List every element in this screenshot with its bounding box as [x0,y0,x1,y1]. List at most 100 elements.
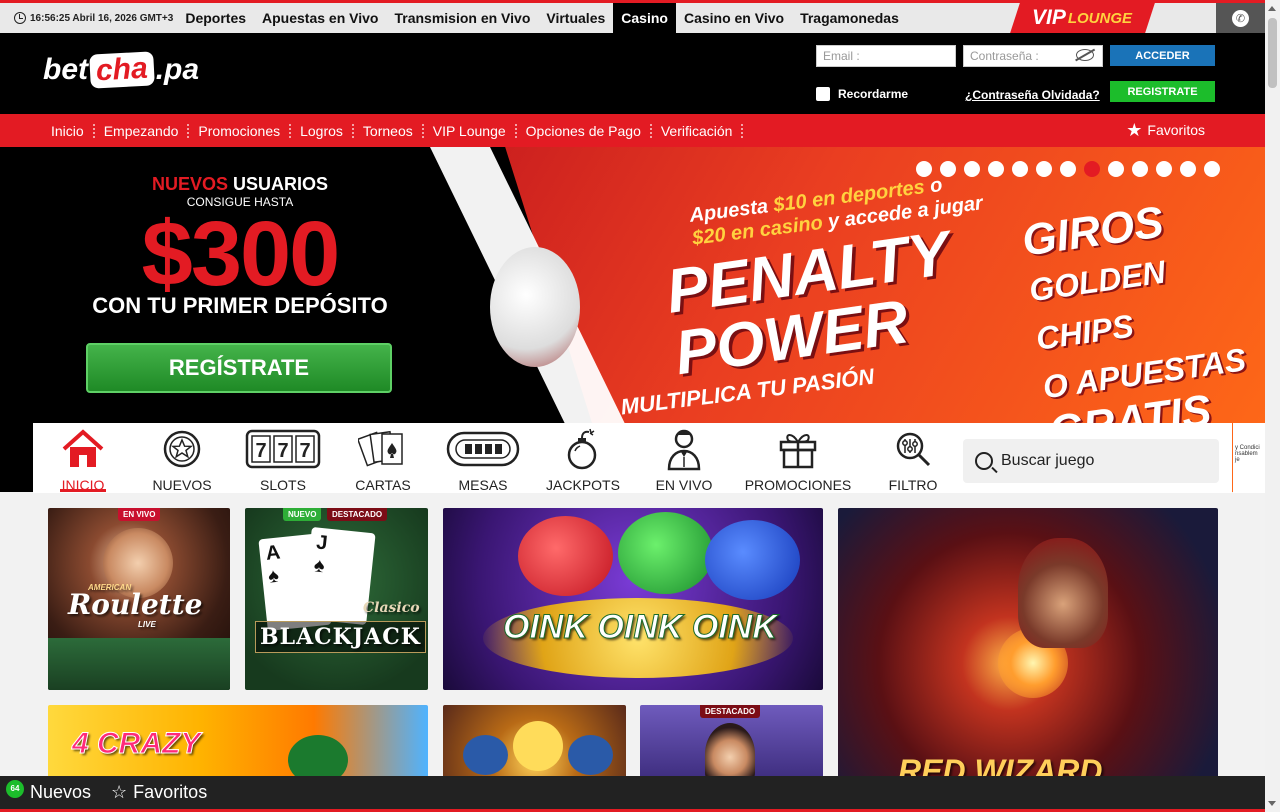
nav-torneos[interactable]: Torneos [354,123,424,138]
featured-badge: DESTACADO [700,705,761,718]
topnav-tragamonedas[interactable]: Tragamonedas [792,3,907,33]
topnav-casino[interactable]: Casino [613,3,676,33]
category-inicio[interactable]: INICIO [38,423,128,493]
category-filtro[interactable]: FILTRO [868,423,958,493]
lounge-label: LOUNGE [1068,9,1133,27]
search-placeholder: Buscar juego [1001,452,1095,469]
topnav-virtuales[interactable]: Virtuales [538,3,613,33]
offer-deposit: CON TU PRIMER DEPÓSITO [92,293,388,318]
show-password-icon[interactable] [1076,49,1094,61]
new-badge: NUEVO [283,508,322,521]
scroll-down-arrow-icon[interactable] [1268,801,1276,806]
nav-vip-lounge[interactable]: VIP Lounge [424,123,517,138]
remember-me[interactable]: Recordarme [816,87,908,101]
scrollbar[interactable] [1265,0,1280,812]
carousel-dot[interactable] [1180,161,1196,177]
phone-button[interactable]: ✆ [1216,3,1265,33]
nav-promociones[interactable]: Promociones [189,123,292,138]
new-games-button[interactable]: 64 Nuevos [6,779,91,803]
carousel-dot[interactable] [988,161,1004,177]
forgot-password-link[interactable]: ¿Contraseña Olvidada? [965,88,1100,102]
cards-icon [338,427,428,471]
logo-text-cha: cha [89,51,155,89]
home-icon [38,427,128,471]
category-bar: INICIO NUEVOS 777 SLOTS CARTAS MESAS JAC… [33,423,1232,493]
vip-label: VIP [1032,6,1067,29]
topnav-transmision-en-vivo[interactable]: Transmision en Vivo [386,3,538,33]
carousel-dot[interactable] [1156,161,1172,177]
carousel-dot[interactable] [916,161,932,177]
gift-icon [753,427,843,471]
offer-amount: $300 [141,203,341,305]
coin-image [513,721,563,771]
carousel-dot[interactable] [1036,161,1052,177]
search-input[interactable]: Buscar juego [963,439,1219,483]
character-image [705,723,755,776]
soccer-ball-image [490,247,580,367]
side-panel-peek[interactable]: y Condici nsablem je [1233,423,1265,493]
star-badge-icon [137,427,227,471]
category-cartas[interactable]: CARTAS [338,423,428,493]
nav-verificacion[interactable]: Verificación [652,123,744,138]
favorites-link[interactable]: ★ Favoritos [1126,120,1205,140]
vip-lounge-button[interactable]: VIP LOUNGE [1010,3,1155,33]
wizard-image [1018,538,1108,648]
pot-image [463,735,508,775]
carousel-dot[interactable] [1108,161,1124,177]
register-button[interactable]: REGISTRATE [1110,81,1215,102]
scroll-up-arrow-icon[interactable] [1268,6,1276,11]
nav-inicio[interactable]: Inicio [42,123,95,138]
category-jackpots[interactable]: JACKPOTS [538,423,628,493]
topnav-deportes[interactable]: Deportes [177,3,254,33]
star-icon: ★ [1126,120,1143,140]
carousel-dot[interactable] [1132,161,1148,177]
game-tile-4-crazy[interactable]: 4 CRAZY [48,705,428,776]
scrollbar-thumb[interactable] [1268,18,1277,88]
carousel-dot[interactable] [1084,161,1100,177]
remember-checkbox[interactable] [816,87,830,101]
pot-image [568,735,613,775]
remember-label: Recordarme [838,87,909,101]
svg-text:7: 7 [277,440,288,462]
carousel-dot[interactable] [940,161,956,177]
favorites-button[interactable]: ☆ Favoritos [111,782,207,803]
game-tile-lady[interactable]: DESTACADO [640,705,823,776]
category-promociones[interactable]: PROMOCIONES [745,423,851,493]
game-tile-gold-pots[interactable] [443,705,626,776]
banner-offer-c: o [928,173,944,198]
nav-empezando[interactable]: Empezando [95,123,190,138]
logo-text-pa: .pa [155,53,200,86]
top-nav: Deportes Apuestas en Vivo Transmision en… [177,3,907,33]
logo[interactable]: bet cha .pa [43,51,200,89]
category-mesas[interactable]: MESAS [438,423,528,493]
category-slots[interactable]: 777 SLOTS [238,423,328,493]
category-en-vivo[interactable]: EN VIVO [639,423,729,493]
live-badge: EN VIVO [118,508,161,521]
email-input[interactable]: Email : [816,45,956,67]
carousel-dot[interactable] [1012,161,1028,177]
offer-title: NUEVOS USUARIOS [0,174,480,195]
banner-register-button[interactable]: REGÍSTRATE [86,343,392,393]
login-button[interactable]: ACCEDER [1110,45,1215,66]
game-art-label: Roulette [68,588,203,621]
game-tile-american-roulette[interactable]: EN VIVO AMERICAN Roulette LIVE [48,508,230,690]
game-tile-red-wizard[interactable]: RED WIZARD [838,508,1218,776]
nav-opciones-de-pago[interactable]: Opciones de Pago [517,123,652,138]
top-bar: 16:56:25 Abril 16, 2026 GMT+3 Deportes A… [0,0,1265,33]
game-art-label: OINK OINK OINK [503,608,778,647]
giros-text: GIROS GOLDEN CHIPS O APUESTAS GRATIS [1019,187,1265,456]
category-label: FILTRO [888,477,938,493]
game-tile-oink-oink-oink[interactable]: OINK OINK OINK [443,508,823,690]
game-tile-blackjack[interactable]: NUEVO DESTACADO A ♠ J ♠ Clasico BLACKJACK [245,508,428,690]
topnav-casino-en-vivo[interactable]: Casino en Vivo [676,3,792,33]
carousel-dot[interactable] [1060,161,1076,177]
character-image [288,735,348,776]
clock-icon [14,12,26,24]
category-nuevos[interactable]: NUEVOS [137,423,227,493]
carousel-dots [916,161,1220,177]
nav-logros[interactable]: Logros [291,123,354,138]
logo-text-bet: bet [43,53,88,86]
carousel-dot[interactable] [1204,161,1220,177]
topnav-apuestas-en-vivo[interactable]: Apuestas en Vivo [254,3,386,33]
carousel-dot[interactable] [964,161,980,177]
